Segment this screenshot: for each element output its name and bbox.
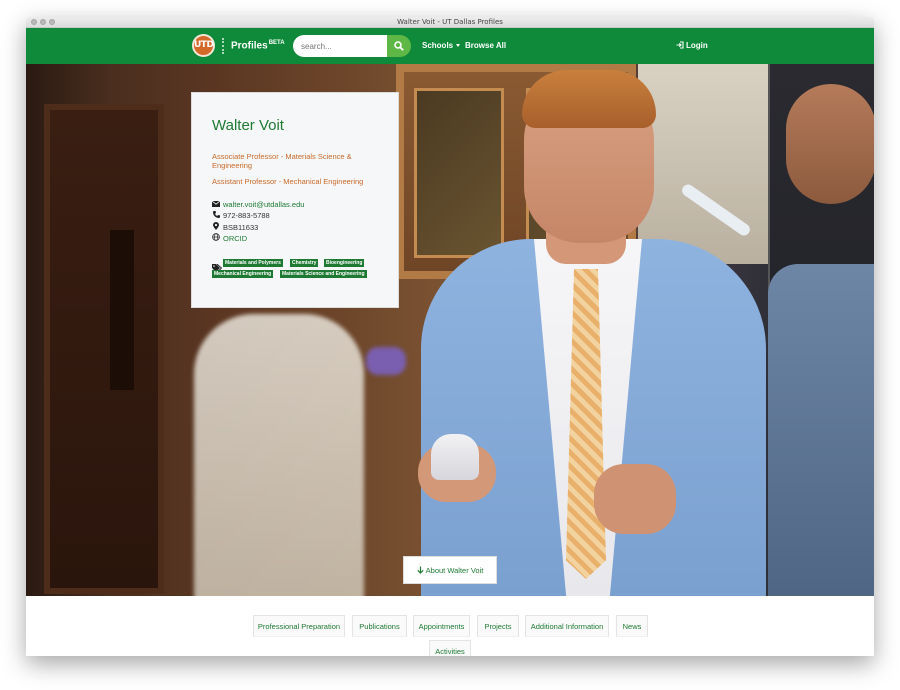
photo-door: [44, 104, 164, 594]
search-icon: [394, 41, 404, 51]
window-title: Walter Voit - UT Dallas Profiles: [397, 18, 503, 26]
photo-hair: [522, 70, 656, 128]
search-form: [293, 35, 411, 57]
profile-role: Assistant Professor - Mechanical Enginee…: [212, 177, 364, 186]
utd-logo[interactable]: UTD: [192, 34, 215, 57]
map-marker-icon: [212, 222, 220, 232]
search-button[interactable]: [387, 35, 411, 57]
envelope-icon: [211, 200, 221, 209]
schools-dropdown[interactable]: Schools: [422, 41, 461, 50]
beta-badge: BETA: [268, 40, 285, 46]
arrow-down-icon: [417, 566, 424, 574]
brand-label: Profiles: [231, 40, 268, 52]
schools-label: Schools: [422, 41, 454, 50]
tag-chip[interactable]: Chemistry: [290, 259, 319, 267]
tag-chip[interactable]: Bioengineering: [324, 259, 365, 267]
caret-down-icon: [456, 44, 461, 48]
phone-row: 972-883-5788: [212, 211, 270, 220]
phone-number: 972-883-5788: [223, 211, 270, 220]
office-row: BSB11633: [212, 222, 258, 232]
tab-projects[interactable]: Projects: [477, 615, 519, 637]
tab-activities[interactable]: Activities: [429, 640, 471, 656]
about-button-label: About Walter Voit: [425, 566, 484, 575]
orcid-row: ORCID: [212, 233, 247, 243]
profile-role: Associate Professor - Materials Science …: [212, 152, 352, 170]
globe-icon: [212, 233, 220, 243]
photo-glove: [366, 347, 406, 375]
login-label: Login: [686, 41, 708, 50]
profile-card: Walter Voit Associate Professor - Materi…: [191, 92, 399, 308]
phone-icon: [212, 211, 220, 220]
title-bar: Walter Voit - UT Dallas Profiles: [26, 17, 874, 28]
tab-appointments[interactable]: Appointments: [413, 615, 470, 637]
login-link[interactable]: Login: [676, 41, 708, 50]
logo-divider: [222, 38, 224, 54]
tab-professional-preparation[interactable]: Professional Preparation: [253, 615, 345, 637]
tab-publications[interactable]: Publications: [352, 615, 407, 637]
office-location: BSB11633: [223, 223, 259, 232]
search-input[interactable]: [293, 35, 388, 57]
browser-window: Walter Voit - UT Dallas Profiles UTD Pro…: [26, 17, 874, 656]
hero-photo: Walter Voit Associate Professor - Materi…: [26, 64, 874, 596]
about-button[interactable]: About Walter Voit: [403, 556, 497, 584]
tag-chip[interactable]: Mechanical Engineering: [212, 270, 274, 278]
photo-background-person: [194, 314, 364, 596]
tag-chip[interactable]: Materials and Polymers: [223, 259, 283, 267]
browse-all-link[interactable]: Browse All: [465, 41, 506, 50]
profiles-brand[interactable]: ProfilesBETA: [231, 40, 285, 51]
tab-news[interactable]: News: [616, 615, 648, 637]
email-link[interactable]: walter.voit@utdallas.edu: [223, 200, 304, 209]
orcid-link[interactable]: ORCID: [223, 234, 247, 243]
tab-additional-information[interactable]: Additional Information: [525, 615, 609, 637]
photo-sample-cup: [431, 434, 479, 480]
sign-in-icon: [676, 41, 684, 49]
section-tabs: Professional Preparation Publications Ap…: [26, 596, 874, 656]
top-navbar: UTD ProfilesBETA Schools Browse All Logi…: [26, 28, 874, 64]
email-row: walter.voit@utdallas.edu: [211, 200, 304, 209]
tag-chip[interactable]: Materials Science and Engineering: [280, 270, 367, 278]
profile-name: Walter Voit: [212, 117, 284, 134]
photo-wall: [638, 64, 768, 264]
